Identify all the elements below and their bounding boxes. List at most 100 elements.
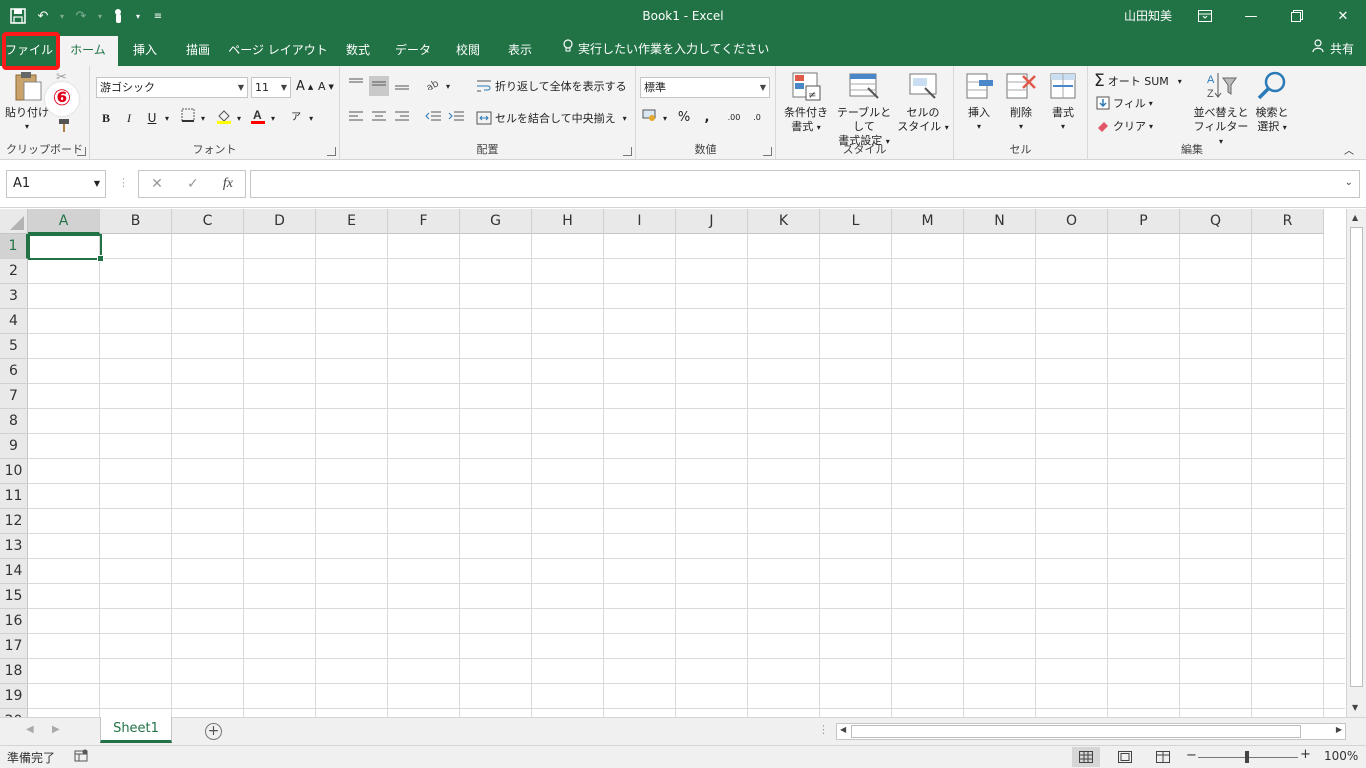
tab-home[interactable]: ホーム (58, 36, 118, 66)
cell-styles-button[interactable]: セルの スタイル ▾ (896, 70, 950, 135)
conditional-dropdown-icon[interactable]: ▾ (817, 123, 821, 132)
tab-formulas[interactable]: 数式 (334, 36, 382, 66)
row-header-17[interactable]: 17 (0, 634, 28, 659)
undo-icon[interactable]: ↶ (34, 4, 52, 28)
row-header-15[interactable]: 15 (0, 584, 28, 609)
name-box[interactable]: A1 ▼ (6, 170, 106, 198)
collapse-ribbon-icon[interactable]: ︿ (1344, 142, 1354, 157)
column-header-k[interactable]: K (748, 209, 820, 234)
font-color-icon[interactable]: A (248, 108, 268, 128)
close-icon[interactable]: ✕ (1320, 0, 1366, 32)
font-color-dropdown-icon[interactable]: ▾ (271, 114, 275, 123)
phonetic-dropdown-icon[interactable]: ▾ (309, 114, 313, 123)
format-cells-button[interactable]: 書式 ▾ (1042, 70, 1084, 134)
zoom-slider-thumb[interactable] (1245, 751, 1249, 763)
row-header-2[interactable]: 2 (0, 259, 28, 284)
align-right-icon[interactable] (392, 108, 412, 128)
zoom-level[interactable]: 100% (1324, 749, 1358, 763)
font-name-dropdown-icon[interactable]: ▼ (238, 78, 244, 97)
cell-styles-dropdown-icon[interactable]: ▾ (945, 123, 949, 132)
autosum-dropdown-icon[interactable]: ▾ (1178, 77, 1182, 86)
clipboard-launcher-icon[interactable] (77, 147, 86, 156)
column-header-o[interactable]: O (1036, 209, 1108, 234)
delete-cells-button[interactable]: 削除 ▾ (1000, 70, 1042, 134)
orientation-dropdown-icon[interactable]: ▾ (446, 82, 450, 91)
font-size-dropdown-icon[interactable]: ▼ (281, 78, 287, 97)
autosum-button[interactable]: Σ オート SUM ▾ (1094, 71, 1182, 91)
vertical-scroll-thumb[interactable] (1350, 227, 1363, 687)
row-header-13[interactable]: 13 (0, 534, 28, 559)
undo-dropdown-icon[interactable]: ▾ (56, 4, 68, 28)
number-format-dropdown-icon[interactable]: ▼ (760, 78, 766, 97)
column-header-f[interactable]: F (388, 209, 460, 234)
zoom-in-icon[interactable]: + (1300, 747, 1311, 762)
normal-view-icon[interactable] (1072, 747, 1100, 767)
expand-formula-bar-icon[interactable]: ⌄ (1345, 177, 1353, 188)
phonetic-icon[interactable]: ア (286, 108, 306, 128)
row-header-18[interactable]: 18 (0, 659, 28, 684)
select-all-button[interactable] (0, 209, 28, 234)
align-bottom-icon[interactable] (392, 76, 412, 96)
next-sheet-icon[interactable]: ▶ (52, 724, 60, 735)
row-header-20[interactable]: 20 (0, 709, 28, 717)
tab-splitter-icon[interactable]: ⋮ (818, 723, 829, 736)
clear-dropdown-icon[interactable]: ▾ (1149, 122, 1153, 131)
row-header-10[interactable]: 10 (0, 459, 28, 484)
ribbon-display-options-icon[interactable] (1182, 0, 1228, 32)
fill-button[interactable]: フィル ▾ (1096, 95, 1153, 111)
column-header-d[interactable]: D (244, 209, 316, 234)
worksheet-grid[interactable]: ABCDEFGHIJKLMNOPQR 1 2 3 4 5 6 7 8 9 10 11 12 13 14 15… (0, 209, 1345, 717)
share-button[interactable]: 共有 (1312, 36, 1354, 62)
font-launcher-icon[interactable] (327, 147, 336, 156)
row-header-14[interactable]: 14 (0, 559, 28, 584)
font-size-combo[interactable]: 11 ▼ (251, 77, 291, 98)
format-as-table-button[interactable]: テーブルとして 書式設定 ▾ (832, 70, 896, 149)
tell-me-box[interactable]: 実行したい作業を入力してください (562, 36, 769, 62)
increase-decimal-icon[interactable]: .00 (724, 108, 744, 128)
row-header-16[interactable]: 16 (0, 609, 28, 634)
column-header-p[interactable]: P (1108, 209, 1180, 234)
page-layout-view-icon[interactable] (1111, 747, 1139, 767)
scroll-left-icon[interactable]: ◀ (840, 725, 846, 734)
formula-bar-splitter-icon[interactable]: ⋮ (118, 176, 129, 189)
shrink-font-icon[interactable]: A ▼ (318, 80, 334, 93)
column-header-r[interactable]: R (1252, 209, 1324, 234)
percent-style-icon[interactable]: % (674, 108, 694, 128)
conditional-formatting-button[interactable]: ≠ 条件付き 書式 ▾ (778, 70, 834, 135)
save-icon[interactable] (6, 4, 30, 28)
tab-page-layout[interactable]: ページ レイアウト (226, 36, 330, 66)
cell-area[interactable] (28, 234, 1345, 717)
row-header-5[interactable]: 5 (0, 334, 28, 359)
find-dropdown-icon[interactable]: ▾ (1283, 123, 1287, 132)
restore-icon[interactable] (1274, 0, 1320, 32)
cancel-entry-icon[interactable]: ✕ (151, 176, 163, 192)
touch-mode-icon[interactable] (110, 4, 128, 28)
delete-dropdown-icon[interactable]: ▾ (1000, 120, 1042, 134)
alignment-launcher-icon[interactable] (623, 147, 632, 156)
minimize-icon[interactable]: — (1228, 0, 1274, 32)
clear-button[interactable]: クリア ▾ (1096, 118, 1153, 134)
scroll-up-icon[interactable]: ▲ (1352, 213, 1358, 222)
column-header-j[interactable]: J (676, 209, 748, 234)
number-format-combo[interactable]: 標準 ▼ (640, 77, 770, 98)
zoom-out-icon[interactable]: − (1186, 748, 1197, 763)
formula-input[interactable]: ⌄ (250, 170, 1360, 198)
increase-indent-icon[interactable] (446, 108, 466, 128)
row-header-11[interactable]: 11 (0, 484, 28, 509)
active-cell-a1[interactable] (28, 234, 104, 262)
name-box-dropdown-icon[interactable]: ▼ (94, 171, 100, 197)
insert-function-icon[interactable]: fx (223, 176, 233, 192)
user-name[interactable]: 山田知美 (1124, 0, 1172, 32)
row-header-19[interactable]: 19 (0, 684, 28, 709)
sort-filter-button[interactable]: AZ 並べ替えと フィルター ▾ (1190, 70, 1252, 149)
align-center-icon[interactable] (369, 108, 389, 128)
decrease-decimal-icon[interactable]: .0 (747, 108, 767, 128)
align-middle-icon[interactable] (369, 76, 389, 96)
column-header-i[interactable]: I (604, 209, 676, 234)
column-header-b[interactable]: B (100, 209, 172, 234)
column-header-q[interactable]: Q (1180, 209, 1252, 234)
accounting-dropdown-icon[interactable]: ▾ (663, 114, 667, 123)
column-header-g[interactable]: G (460, 209, 532, 234)
find-select-button[interactable]: 検索と 選択 ▾ (1250, 70, 1294, 135)
merge-center-button[interactable]: セルを結合して中央揃え ▾ (476, 110, 627, 126)
